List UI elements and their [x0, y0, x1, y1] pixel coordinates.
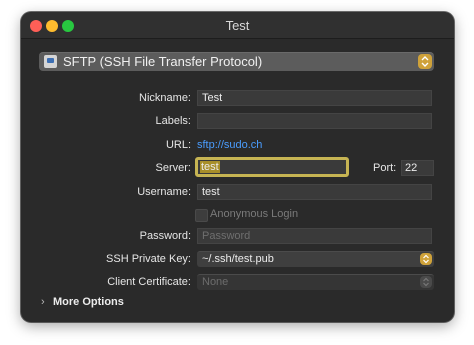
url-label: URL:: [165, 139, 191, 151]
ssh-key-select[interactable]: ~/.ssh/test.pub: [197, 251, 434, 267]
url-link[interactable]: sftp://sudo.ch: [197, 139, 262, 151]
chevron-right-icon: ›: [41, 296, 45, 308]
ssh-key-label: SSH Private Key:: [106, 253, 191, 265]
labels-label: Labels:: [155, 115, 191, 127]
username-field[interactable]: test: [197, 184, 432, 200]
window-title: Test: [225, 18, 250, 33]
port-label: Port:: [373, 162, 397, 174]
nickname-field[interactable]: Test: [197, 90, 432, 106]
server-field[interactable]: test: [195, 157, 349, 177]
server-value: test: [200, 161, 220, 173]
port-field[interactable]: 22: [401, 160, 434, 176]
bookmark-window: Test SFTP (SSH File Transfer Protocol) N…: [21, 12, 454, 322]
anonymous-login-checkbox[interactable]: [195, 209, 208, 222]
title-bar: Test: [21, 12, 454, 39]
client-cert-select[interactable]: None: [197, 274, 434, 290]
client-cert-value: None: [202, 276, 229, 288]
chevron-updown-icon: [420, 253, 432, 265]
nickname-label: Nickname:: [139, 92, 191, 104]
more-options-toggle[interactable]: › More Options: [41, 296, 124, 308]
labels-field[interactable]: [197, 113, 432, 129]
password-field[interactable]: Password: [197, 228, 432, 244]
protocol-label: SFTP (SSH File Transfer Protocol): [63, 54, 263, 69]
protocol-select[interactable]: SFTP (SSH File Transfer Protocol): [39, 52, 434, 71]
server-label: Server:: [155, 162, 191, 174]
client-cert-label: Client Certificate:: [107, 276, 191, 288]
chevron-updown-icon: [418, 54, 432, 69]
ssh-key-value: ~/.ssh/test.pub: [202, 253, 274, 265]
drive-icon: [44, 55, 57, 68]
password-label: Password:: [139, 230, 191, 242]
username-label: Username:: [137, 186, 191, 198]
chevron-updown-icon: [420, 276, 432, 288]
more-options-label: More Options: [53, 296, 124, 308]
anonymous-login-label: Anonymous Login: [210, 208, 299, 220]
